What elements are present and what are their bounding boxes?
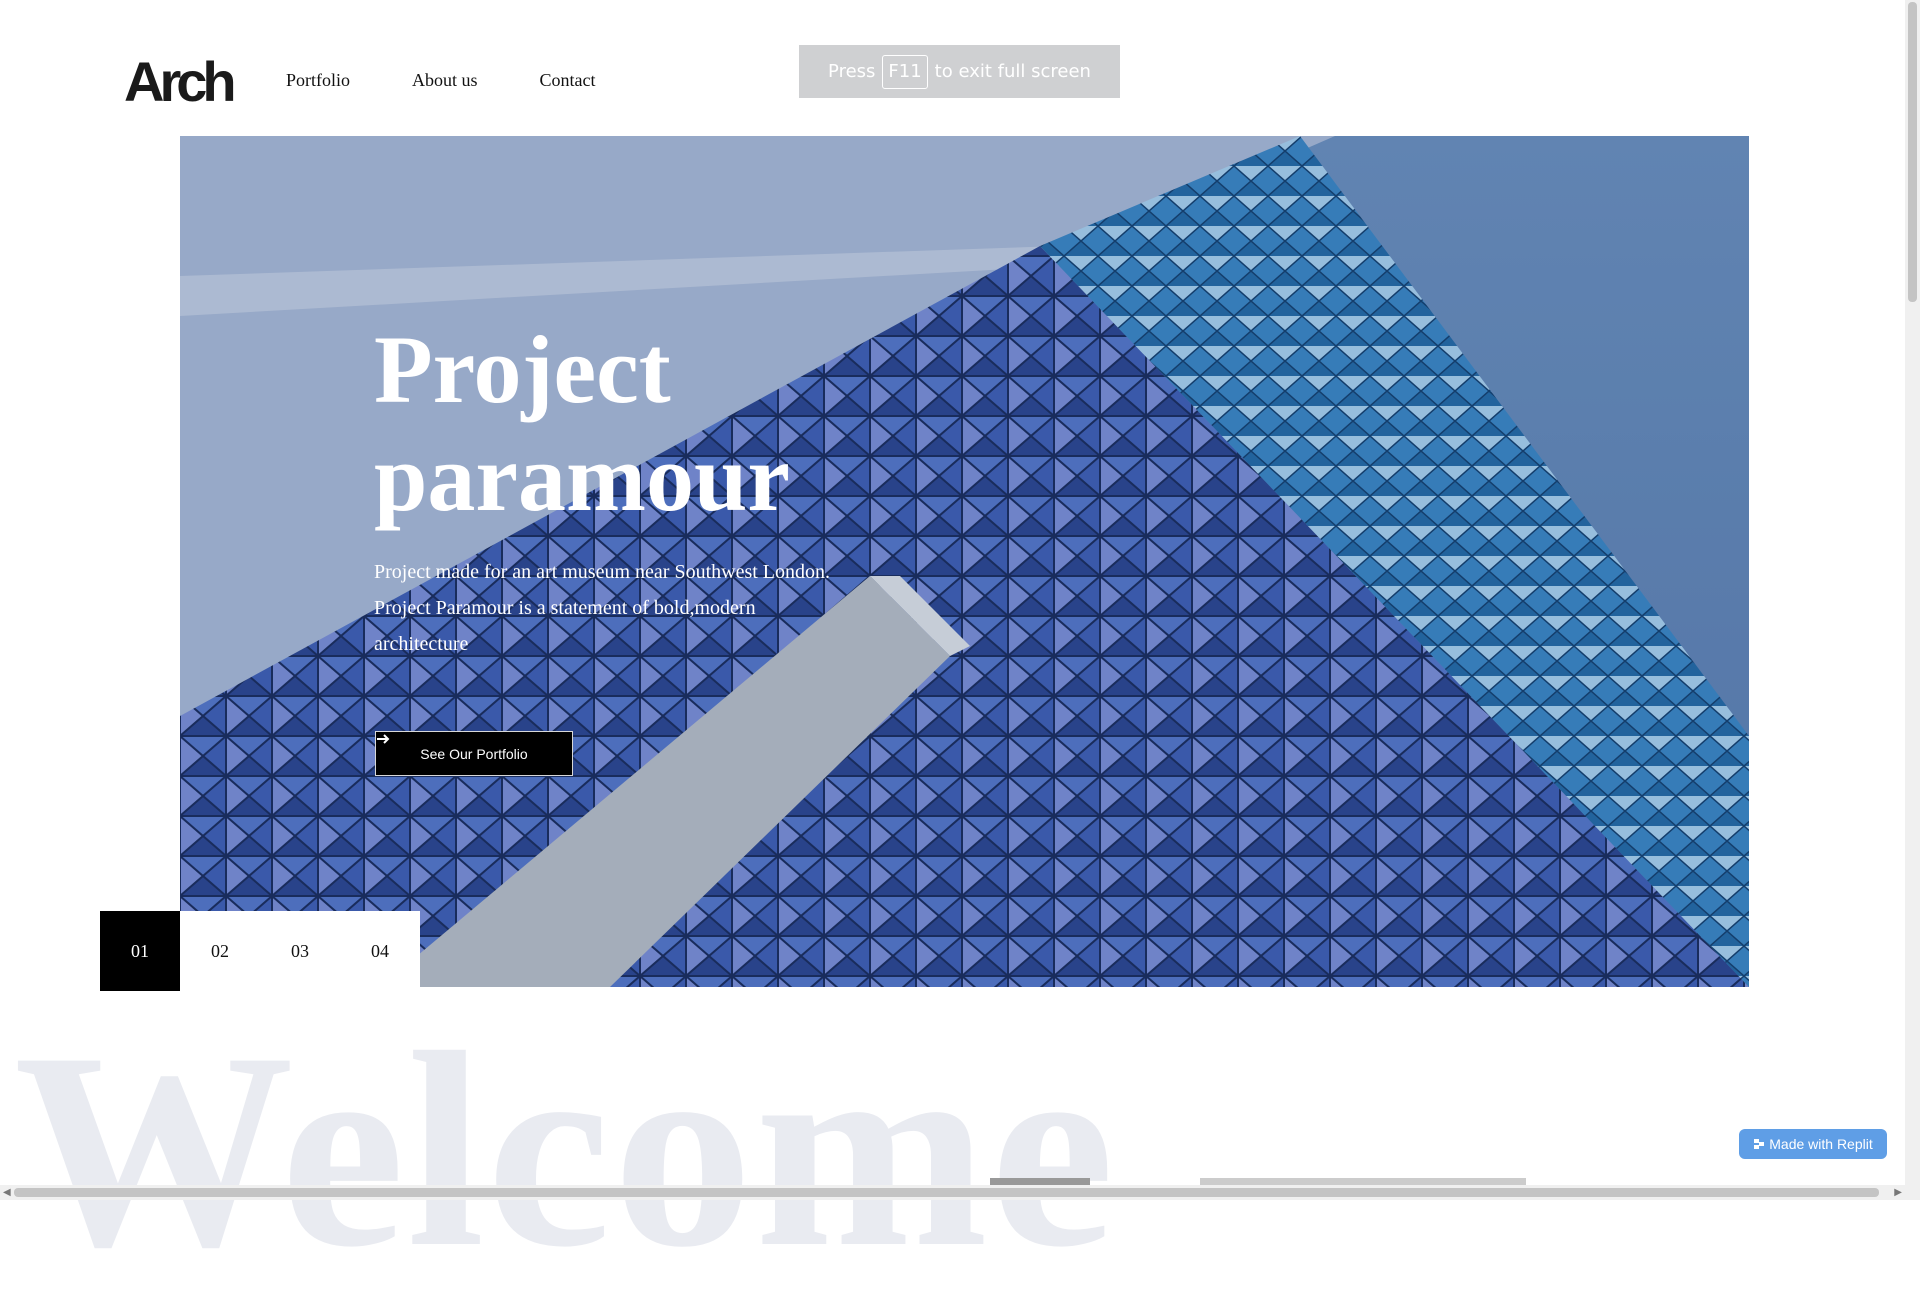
partial-strip bbox=[1200, 1178, 1526, 1185]
vertical-scrollbar[interactable] bbox=[1905, 0, 1920, 1200]
hero-content: Project paramour Project made for an art… bbox=[374, 316, 894, 662]
replit-icon bbox=[1754, 1139, 1765, 1149]
see-portfolio-button[interactable]: See Our Portfolio bbox=[375, 731, 573, 776]
partial-strip bbox=[990, 1178, 1090, 1185]
brand-logo[interactable]: Arch bbox=[124, 52, 237, 112]
horizontal-scrollbar-thumb[interactable] bbox=[14, 1188, 1879, 1197]
main-nav: Portfolio About us Contact bbox=[286, 70, 596, 91]
hero-desc-line-2: Project Paramour is a statement of bold,… bbox=[374, 597, 756, 619]
nav-contact[interactable]: Contact bbox=[540, 70, 596, 91]
slide-03-button[interactable]: 03 bbox=[260, 911, 340, 991]
horizontal-scrollbar[interactable]: ◀ ▶ bbox=[0, 1185, 1905, 1200]
hero-desc-line-3: architecture bbox=[374, 633, 469, 655]
slide-selector: 01 02 03 04 bbox=[100, 911, 420, 991]
scroll-right-icon[interactable]: ▶ bbox=[1894, 1185, 1902, 1200]
hero-title-line-1: Project bbox=[374, 316, 671, 423]
hero-desc-line-1: Project made for an art museum near Sout… bbox=[374, 561, 830, 583]
slide-02-button[interactable]: 02 bbox=[180, 911, 260, 991]
welcome-heading: Welcome bbox=[14, 994, 1117, 1305]
see-portfolio-label: See Our Portfolio bbox=[420, 745, 528, 762]
slide-01-button[interactable]: 01 bbox=[100, 911, 180, 991]
vertical-scrollbar-thumb[interactable] bbox=[1908, 2, 1917, 302]
made-with-replit-badge[interactable]: Made with Replit bbox=[1739, 1129, 1887, 1159]
hero-title: Project paramour bbox=[374, 316, 894, 532]
arrow-right-icon bbox=[377, 734, 390, 744]
fullscreen-banner-key: F11 bbox=[882, 54, 928, 89]
hero-title-line-2: paramour bbox=[374, 424, 790, 531]
fullscreen-banner-press: Press bbox=[828, 61, 876, 82]
nav-portfolio[interactable]: Portfolio bbox=[286, 70, 350, 91]
slide-04-button[interactable]: 04 bbox=[340, 911, 420, 991]
hero-description: Project made for an art museum near Sout… bbox=[374, 554, 894, 662]
fullscreen-exit-banner: Press F11 to exit full screen bbox=[799, 45, 1120, 98]
scroll-left-icon[interactable]: ◀ bbox=[3, 1185, 11, 1200]
fullscreen-banner-text: to exit full screen bbox=[934, 61, 1091, 82]
nav-about-us[interactable]: About us bbox=[412, 70, 478, 91]
replit-badge-label: Made with Replit bbox=[1769, 1136, 1873, 1152]
hero-section: Project paramour Project made for an art… bbox=[180, 136, 1749, 987]
